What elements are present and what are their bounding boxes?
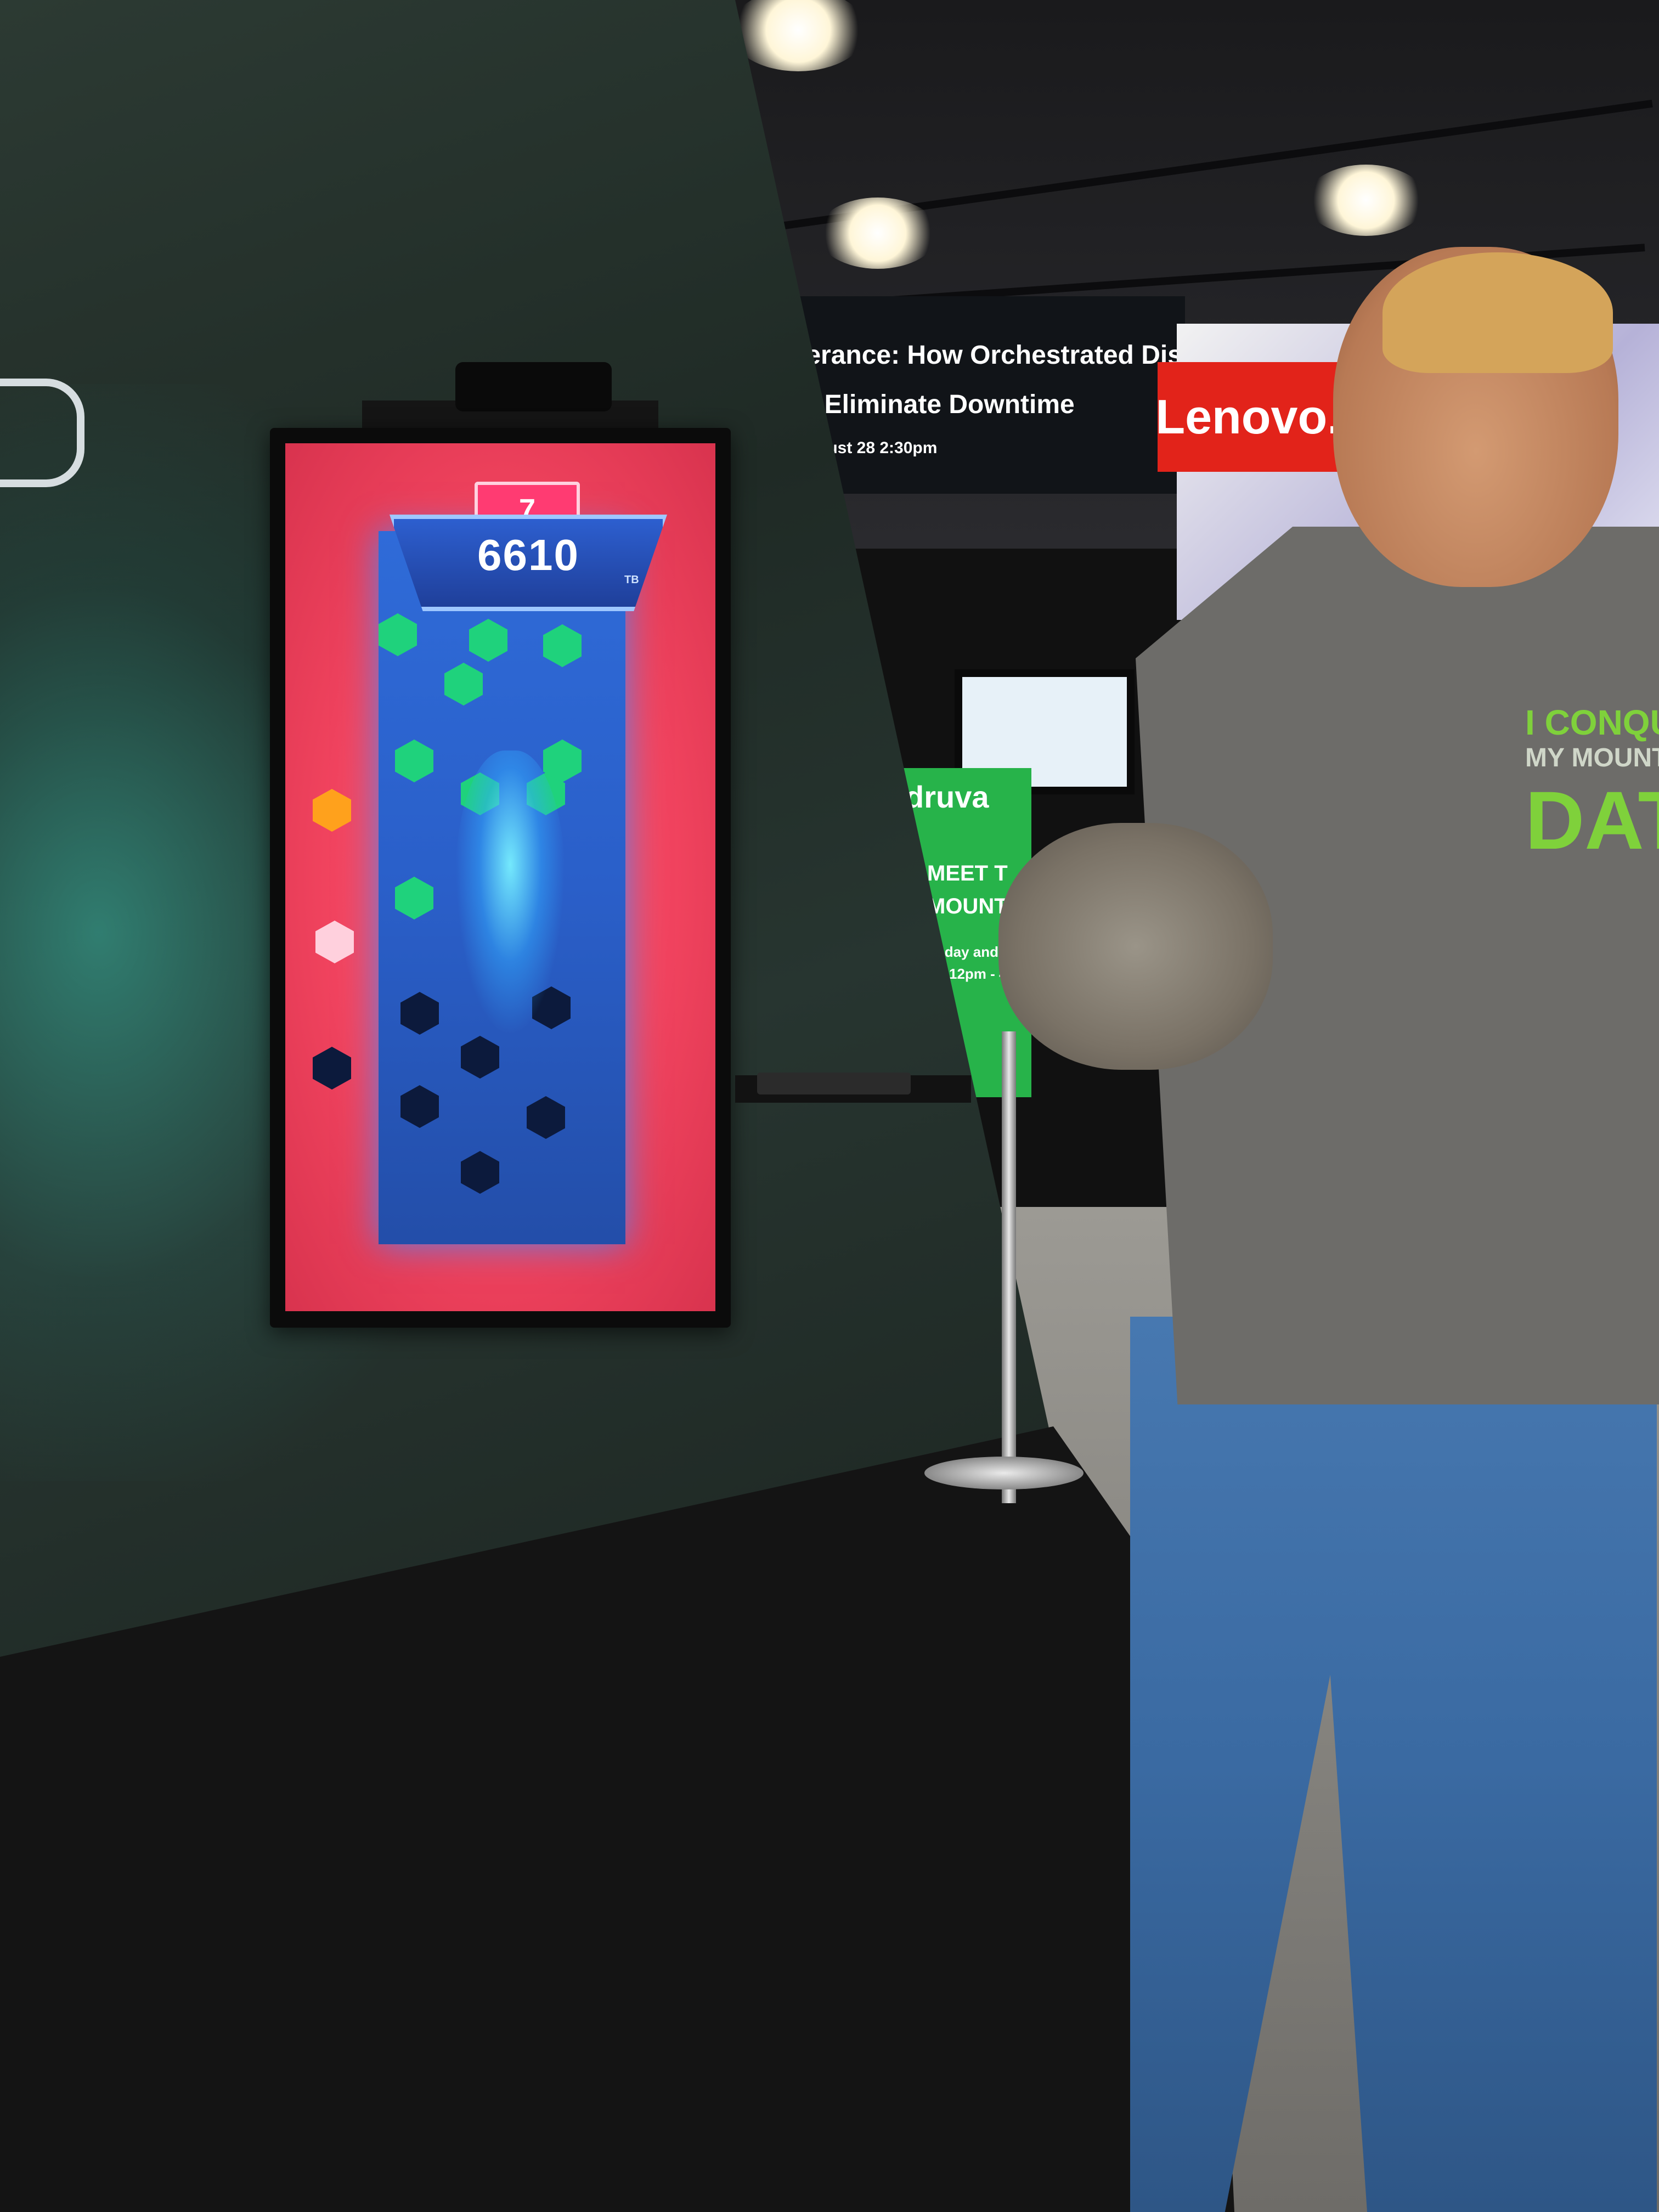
wall-logo-fragment bbox=[0, 379, 84, 487]
shirt-print: I CONQUE MY MOUNTAI DAT bbox=[1525, 702, 1659, 868]
session-banner: derance: How Orchestrated Disaster R o E… bbox=[779, 296, 1272, 494]
druva-logo: druva bbox=[905, 780, 989, 814]
lenovo-logo: Lenovo. bbox=[1155, 362, 1341, 472]
banner-line-3: gust 28 2:30pm bbox=[817, 439, 938, 457]
player-hair bbox=[1383, 252, 1613, 373]
player-arm bbox=[998, 823, 1273, 1070]
shirt-line-1: I CONQUE bbox=[1525, 703, 1659, 742]
druva-sign-line-1: MEET T bbox=[927, 861, 1008, 885]
hold-icon bbox=[313, 1047, 351, 1090]
hold-icon bbox=[315, 921, 354, 963]
player-jeans bbox=[1130, 1317, 1657, 2212]
game-screen: 7 6610 TB bbox=[285, 443, 715, 1311]
climber-avatar bbox=[455, 751, 565, 1036]
stanchion-base bbox=[924, 1457, 1084, 1489]
shirt-line-3: DAT bbox=[1525, 774, 1659, 866]
keyboard bbox=[757, 1073, 911, 1094]
shirt-line-2: MY MOUNTAI bbox=[1525, 743, 1659, 772]
motion-sensor bbox=[455, 362, 612, 411]
score-corner-tag: TB bbox=[624, 574, 639, 586]
ceiling-light bbox=[817, 198, 938, 269]
hold-icon bbox=[313, 789, 351, 832]
score-value: 6610 bbox=[477, 531, 579, 579]
ceiling-light bbox=[1306, 165, 1426, 236]
banner-line-2: o Eliminate Downtime bbox=[801, 390, 1075, 419]
score-banner: 6610 TB bbox=[390, 515, 667, 611]
stanchion-post bbox=[1002, 1031, 1016, 1503]
